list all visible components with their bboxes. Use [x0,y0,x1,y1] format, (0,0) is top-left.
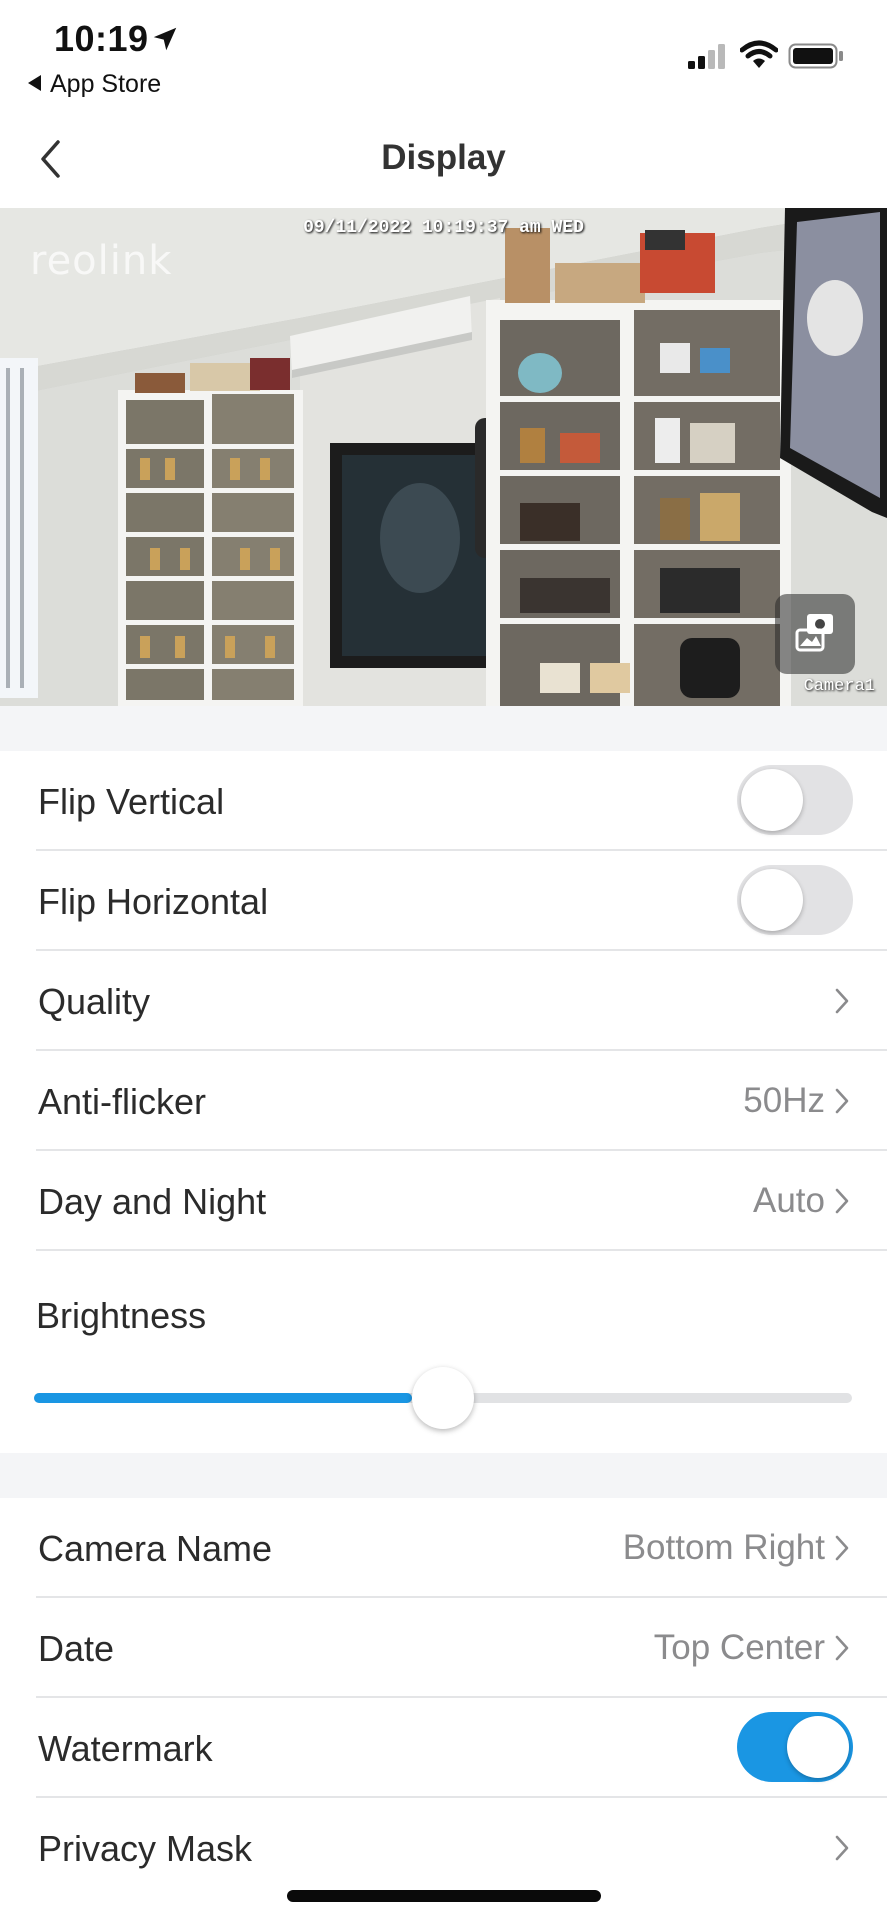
toggle-knob [741,869,803,931]
chevron-right-icon [835,1835,849,1861]
watermark-toggle[interactable] [737,1712,853,1782]
camera-name-row[interactable]: Camera Name Bottom Right [36,1498,887,1598]
date-label: Date [38,1628,115,1669]
back-app-label: App Store [50,70,162,98]
camera-switch-button[interactable] [775,594,855,674]
toggle-knob [741,769,803,831]
chevron-right-icon [835,1635,849,1661]
anti-flicker-label: Anti-flicker [38,1081,207,1122]
slider-fill [34,1393,412,1403]
camera-name-overlay: Camera1 [803,677,875,696]
quality-label: Quality [38,981,151,1022]
watermark-row: Watermark [36,1698,887,1798]
anti-flicker-row[interactable]: Anti-flicker 50Hz [36,1051,887,1151]
flip-vertical-row: Flip Vertical [36,751,887,851]
navigation-bar: Display [0,110,887,208]
date-value: Top Center [653,1628,825,1667]
status-time: 10:19 [54,18,149,59]
status-bar: 10:19 App Store [0,0,887,110]
slider-thumb[interactable] [412,1367,474,1429]
flip-horizontal-row: Flip Horizontal [36,851,887,951]
back-to-app-store[interactable]: App Store [28,70,161,99]
camera-preview[interactable]: 09/11/2022 10:19:37 am WED reolink Camer… [0,208,887,706]
privacy-mask-row[interactable]: Privacy Mask [36,1798,887,1898]
chevron-right-icon [835,1188,849,1214]
camera-name-value: Bottom Right [622,1528,825,1567]
chevron-right-icon [835,1088,849,1114]
camera-switch-icon [795,614,833,652]
flip-vertical-label: Flip Vertical [38,781,225,822]
camera-name-label: Camera Name [38,1528,273,1569]
wifi-icon [740,40,778,68]
toggle-knob [787,1716,849,1778]
day-and-night-value: Auto [753,1181,825,1220]
flip-horizontal-label: Flip Horizontal [38,881,269,922]
date-row[interactable]: Date Top Center [36,1598,887,1698]
cellular-signal-icon [688,44,725,69]
quality-row[interactable]: Quality [36,951,887,1051]
day-and-night-row[interactable]: Day and Night Auto [36,1151,887,1251]
camera-timestamp: 09/11/2022 10:19:37 am WED [303,218,584,238]
flip-horizontal-toggle[interactable] [737,865,853,935]
day-and-night-label: Day and Night [38,1181,267,1222]
page-title: Display [381,138,506,177]
camera-watermark-logo: reolink [30,238,173,284]
brightness-section: Brightness [0,1251,887,1453]
anti-flicker-value: 50Hz [743,1081,825,1120]
watermark-label: Watermark [38,1728,213,1769]
brightness-slider[interactable] [34,1367,852,1429]
privacy-mask-label: Privacy Mask [38,1828,253,1869]
brightness-label: Brightness [36,1295,207,1336]
chevron-right-icon [835,988,849,1014]
location-arrow-icon [153,27,177,51]
chevron-right-icon [835,1535,849,1561]
home-indicator[interactable] [287,1890,601,1902]
display-settings-group: Flip Vertical Flip Horizontal Quality An… [0,751,887,1453]
back-triangle-icon [28,75,41,91]
overlay-settings-group: Camera Name Bottom Right Date Top Center… [0,1498,887,1920]
battery-icon [788,43,843,69]
flip-vertical-toggle[interactable] [737,765,853,835]
